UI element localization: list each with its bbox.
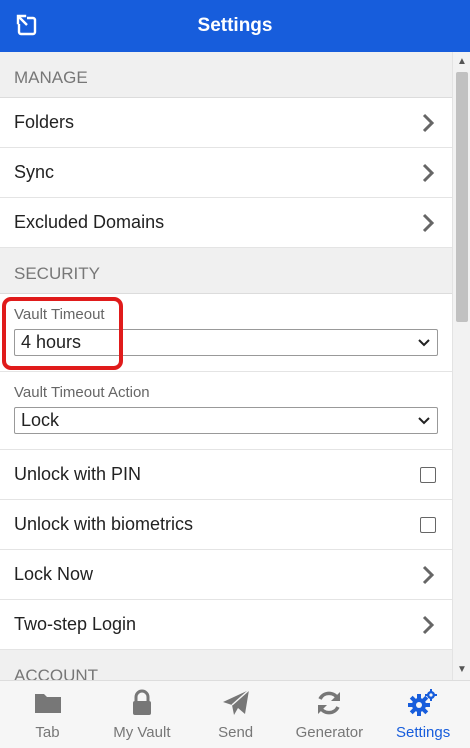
chevron-right-icon [422,565,435,584]
chevron-right-icon [422,113,435,132]
vault-timeout-select[interactable]: 4 hours [14,329,438,356]
settings-item-label: Unlock with PIN [14,464,142,484]
scroll-up-arrow[interactable]: ▲ [453,54,470,70]
tab-generator[interactable]: Generator [283,681,377,748]
settings-item-label: Sync [14,162,55,182]
settings-item-label: Two-step Login [14,614,137,634]
settings-item-folders[interactable]: Folders [0,98,452,148]
scrollbar[interactable]: ▲ ▼ [452,52,470,680]
vault-timeout-action-select[interactable]: Lock [14,407,438,434]
tab-label: Send [218,724,254,741]
settings-item-two-step-login[interactable]: Two-step Login [0,600,452,650]
tab-label: Generator [295,724,364,741]
vault-timeout-action-label: Vault Timeout Action [14,384,150,401]
tab-tab[interactable]: Tab [0,681,95,748]
settings-item-unlock-pin[interactable]: Unlock with PIN [0,450,452,500]
scrollbar-thumb[interactable] [456,72,468,322]
settings-item-lock-now[interactable]: Lock Now [0,550,452,600]
lock-icon [132,689,151,715]
settings-item-unlock-biometrics[interactable]: Unlock with biometrics [0,500,452,550]
settings-item-label: Unlock with biometrics [14,514,194,534]
tab-label: My Vault [113,724,171,741]
unlock-pin-checkbox[interactable] [420,466,436,483]
settings-item-excluded-domains[interactable]: Excluded Domains [0,198,452,248]
vault-timeout-action-field: Vault Timeout Action Lock [0,372,452,450]
chevron-right-icon [422,615,435,634]
folder-icon [34,694,61,713]
settings-item-label: Folders [14,112,75,132]
settings-item-sync[interactable]: Sync [0,148,452,198]
settings-item-label: Excluded Domains [14,212,165,232]
settings-item-label: Lock Now [14,564,94,584]
vault-timeout-action-value: Lock [21,410,60,430]
vault-timeout-label: Vault Timeout [14,306,105,323]
gears-icon [408,689,438,716]
page-title: Settings [197,15,273,36]
app-header: Settings [0,0,470,52]
chevron-right-icon [422,163,435,182]
scroll-down-arrow[interactable]: ▼ [453,662,470,678]
unlock-biometrics-checkbox[interactable] [420,516,436,533]
tab-label: Settings [396,724,451,741]
tab-my-vault[interactable]: My Vault [95,681,189,748]
section-header-security: Security [0,248,452,294]
chevron-right-icon [422,213,435,232]
chevron-down-icon [418,338,430,346]
chevron-down-icon [418,416,430,424]
tab-send[interactable]: Send [189,681,283,748]
tab-bar: Tab My Vault Send Generator Settings [0,680,470,748]
section-header-account: Account [0,650,452,680]
popout-icon[interactable] [14,12,42,40]
refresh-icon [318,691,341,715]
paper-plane-icon [222,689,250,715]
tab-label: Tab [35,724,60,741]
section-header-manage: Manage [0,52,452,98]
tab-settings[interactable]: Settings [376,681,470,748]
vault-timeout-field: Vault Timeout 4 hours [0,294,452,372]
vault-timeout-value: 4 hours [21,332,82,352]
settings-list[interactable]: Manage Folders Sync Excluded Domains Sec… [0,52,452,680]
